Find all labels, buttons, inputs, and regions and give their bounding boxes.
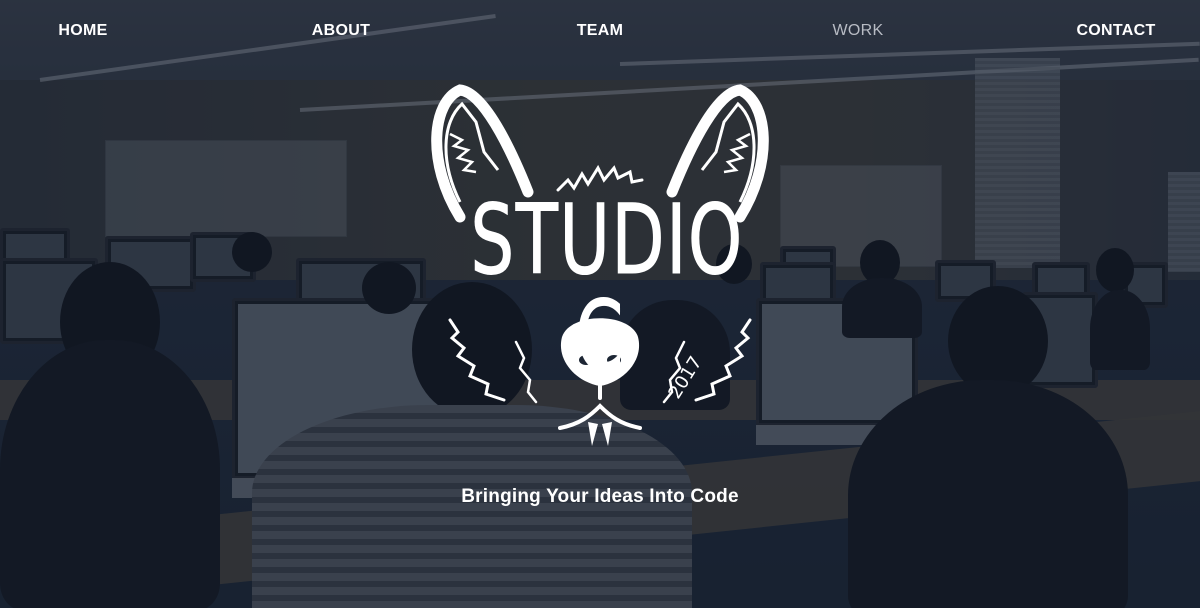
- nav-work-link[interactable]: WORK: [833, 22, 884, 40]
- nav-team-link[interactable]: TEAM: [577, 22, 624, 40]
- hero-section: HOME ABOUT TEAM WORK CONTACT 2017 STUDIO…: [0, 0, 1200, 608]
- hero-tagline: Bringing Your Ideas Into Code: [461, 486, 739, 507]
- main-nav: HOME ABOUT TEAM WORK CONTACT: [0, 18, 1200, 48]
- studio-c-logo[interactable]: 2017 STUDIO C: [420, 82, 780, 457]
- nav-about-link[interactable]: ABOUT: [312, 22, 370, 40]
- nav-home-link[interactable]: HOME: [58, 22, 107, 40]
- logo-wordmark: STUDIO C: [470, 184, 744, 392]
- nav-contact-link[interactable]: CONTACT: [1076, 22, 1155, 40]
